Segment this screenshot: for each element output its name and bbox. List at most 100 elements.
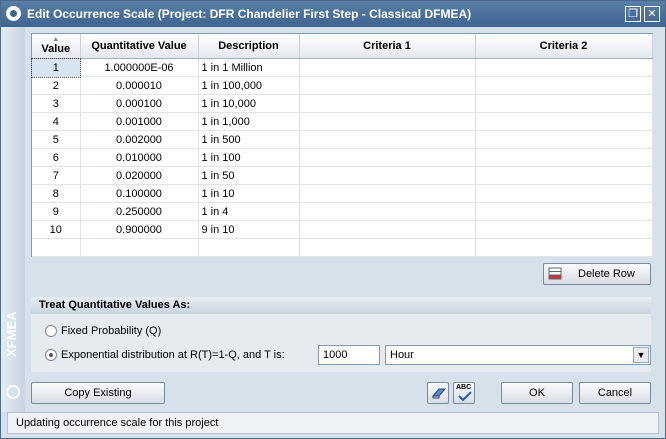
cell-description[interactable]: 9 in 10 <box>198 220 300 239</box>
cell-criteria-2[interactable] <box>475 202 653 221</box>
delete-row-label: Delete Row <box>578 268 635 280</box>
cell-quantitative-value[interactable]: 0.001000 <box>80 112 199 131</box>
t-unit-value: Hour <box>390 349 414 361</box>
cell-criteria-1[interactable] <box>299 166 476 185</box>
cell-criteria-1[interactable] <box>299 76 476 95</box>
exponential-distribution-radio[interactable] <box>45 349 57 361</box>
brand-logo-icon <box>6 385 20 399</box>
brand-sidebar: XFMEA <box>1 27 25 412</box>
delete-row-icon <box>548 267 562 280</box>
copy-existing-button[interactable]: Copy Existing <box>31 382 165 404</box>
table-row[interactable]: 6 0.010000 1 in 100 <box>32 148 653 167</box>
cell-criteria-2[interactable] <box>475 58 653 77</box>
cancel-button[interactable]: Cancel <box>579 382 651 404</box>
cell-criteria-1[interactable] <box>299 202 476 221</box>
spell-check-icon <box>458 391 472 401</box>
status-bar: Updating occurrence scale for this proje… <box>7 412 659 434</box>
cell-quantitative-value[interactable] <box>80 238 199 257</box>
cell-description[interactable]: 1 in 1 Million <box>198 58 300 77</box>
cell-criteria-2[interactable] <box>475 220 653 239</box>
cell-value[interactable]: 1 <box>31 57 81 78</box>
column-header-criteria-2[interactable]: Criteria 2 <box>475 34 653 59</box>
column-header-quantitative-value[interactable]: Quantitative Value <box>80 34 199 59</box>
t-unit-select[interactable]: Hour ▼ <box>385 345 651 365</box>
table-row[interactable]: 9 0.250000 1 in 4 <box>32 202 653 221</box>
column-header-criteria-1[interactable]: Criteria 1 <box>299 34 476 59</box>
delete-row-button[interactable]: Delete Row <box>543 263 651 285</box>
cell-description[interactable]: 1 in 4 <box>198 202 300 221</box>
cell-value[interactable]: 8 <box>32 184 81 203</box>
cell-criteria-2[interactable] <box>475 238 653 257</box>
cell-criteria-1[interactable] <box>299 184 476 203</box>
cell-criteria-2[interactable] <box>475 94 653 113</box>
ok-button[interactable]: OK <box>501 382 573 404</box>
cell-criteria-1[interactable] <box>299 94 476 113</box>
chevron-down-icon[interactable]: ▼ <box>633 347 649 363</box>
cell-criteria-2[interactable] <box>475 148 653 167</box>
cell-quantitative-value[interactable]: 0.000010 <box>80 76 199 95</box>
table-row[interactable]: 7 0.020000 1 in 50 <box>32 166 653 185</box>
fixed-probability-label[interactable]: Fixed Probability (Q) <box>61 325 161 337</box>
cell-description[interactable]: 1 in 50 <box>198 166 300 185</box>
table-row-empty[interactable] <box>32 238 653 257</box>
window-title: Edit Occurrence Scale (Project: DFR Chan… <box>27 7 472 21</box>
table-row[interactable]: 4 0.001000 1 in 1,000 <box>32 112 653 131</box>
cell-quantitative-value[interactable]: 0.002000 <box>80 130 199 149</box>
exponential-distribution-label[interactable]: Exponential distribution at R(T)=1-Q, an… <box>61 349 285 361</box>
cell-criteria-1[interactable] <box>299 220 476 239</box>
close-button[interactable]: ✕ <box>644 6 660 22</box>
cell-criteria-2[interactable] <box>475 166 653 185</box>
cell-description[interactable]: 1 in 1,000 <box>198 112 300 131</box>
table-row[interactable]: 2 0.000010 1 in 100,000 <box>32 76 653 95</box>
cell-value[interactable]: 7 <box>32 166 81 185</box>
column-header-value[interactable]: ▲ Value <box>32 34 81 59</box>
t-value-input[interactable]: 1000 <box>318 345 380 365</box>
cell-quantitative-value[interactable]: 0.100000 <box>80 184 199 203</box>
cell-value[interactable]: 9 <box>32 202 81 221</box>
table-row[interactable]: 1 1.000000E-06 1 in 1 Million <box>31 57 653 78</box>
cell-description[interactable]: 1 in 10,000 <box>198 94 300 113</box>
cell-criteria-2[interactable] <box>475 184 653 203</box>
cell-criteria-2[interactable] <box>475 112 653 131</box>
table-row[interactable]: 5 0.002000 1 in 500 <box>32 130 653 149</box>
column-header-description[interactable]: Description <box>198 34 300 59</box>
fixed-probability-radio[interactable] <box>45 325 57 337</box>
cell-value[interactable]: 6 <box>32 148 81 167</box>
cell-quantitative-value[interactable]: 0.010000 <box>80 148 199 167</box>
cell-value[interactable]: 3 <box>32 94 81 113</box>
edit-occurrence-scale-dialog: Edit Occurrence Scale (Project: DFR Chan… <box>0 0 666 439</box>
restore-button[interactable]: ❐ <box>625 6 641 22</box>
cell-criteria-1[interactable] <box>299 58 476 77</box>
cell-criteria-2[interactable] <box>475 76 653 95</box>
cell-value[interactable]: 2 <box>32 76 81 95</box>
cell-criteria-1[interactable] <box>299 238 476 257</box>
table-row[interactable]: 10 0.900000 9 in 10 <box>32 220 653 239</box>
cell-description[interactable]: 1 in 100,000 <box>198 76 300 95</box>
cell-quantitative-value[interactable]: 0.250000 <box>80 202 199 221</box>
brand-label: XFMEA <box>4 311 19 358</box>
title-bar[interactable]: Edit Occurrence Scale (Project: DFR Chan… <box>1 1 665 27</box>
table-row[interactable]: 8 0.100000 1 in 10 <box>32 184 653 203</box>
cell-description[interactable]: 1 in 500 <box>198 130 300 149</box>
table-row[interactable]: 3 0.000100 1 in 10,000 <box>32 94 653 113</box>
cell-quantitative-value[interactable]: 1.000000E-06 <box>80 58 199 77</box>
eraser-icon <box>431 388 447 399</box>
cell-criteria-1[interactable] <box>299 130 476 149</box>
occurrence-scale-grid[interactable]: ▲ Value Quantitative Value Description Cr… <box>31 33 653 257</box>
cell-description[interactable] <box>198 238 300 257</box>
cell-quantitative-value[interactable]: 0.020000 <box>80 166 199 185</box>
cell-value[interactable]: 10 <box>32 220 81 239</box>
cell-criteria-1[interactable] <box>299 112 476 131</box>
cell-value[interactable] <box>32 238 81 257</box>
cell-description[interactable]: 1 in 10 <box>198 184 300 203</box>
treat-values-header: Treat Quantitative Values As: <box>31 297 651 314</box>
cell-value[interactable]: 4 <box>32 112 81 131</box>
cell-description[interactable]: 1 in 100 <box>198 148 300 167</box>
cell-value[interactable]: 5 <box>32 130 81 149</box>
eraser-button[interactable] <box>427 382 449 404</box>
spell-check-button[interactable]: ABC <box>453 382 475 404</box>
cell-quantitative-value[interactable]: 0.900000 <box>80 220 199 239</box>
cell-quantitative-value[interactable]: 0.000100 <box>80 94 199 113</box>
cell-criteria-1[interactable] <box>299 148 476 167</box>
cell-criteria-2[interactable] <box>475 130 653 149</box>
